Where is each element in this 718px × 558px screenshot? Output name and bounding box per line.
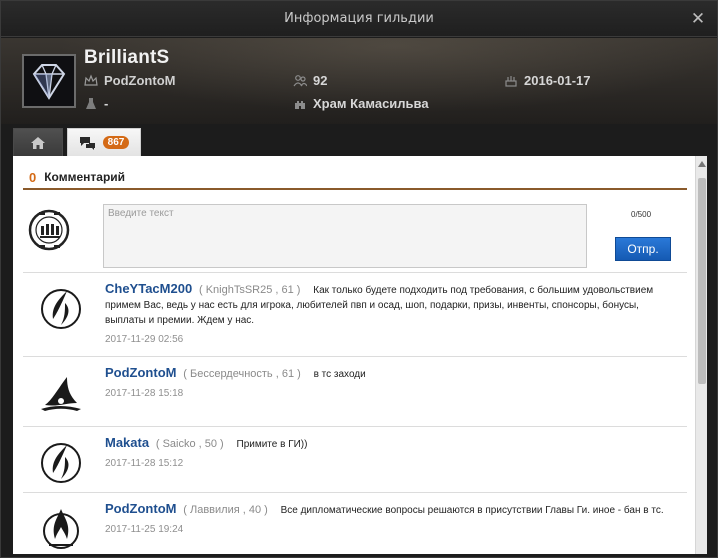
comment-body: PodZontoM ( Лаввилия , 40 ) Все дипломат… [105, 501, 681, 518]
flame-emblem-icon [43, 509, 79, 549]
comment-character: ( KnighTsSR25 , 61 ) [198, 284, 301, 296]
guild-emblem-icon [41, 289, 81, 329]
leader-name: PodZontoM [104, 73, 176, 88]
tab-home[interactable] [13, 128, 63, 156]
comment-author[interactable]: PodZontoM [105, 365, 176, 380]
comment-author[interactable]: CheYTacM200 [105, 281, 192, 296]
tab-comments[interactable]: 867 [67, 128, 141, 156]
comment-body: CheYTacM200 ( KnighTsSR25 , 61 ) Как тол… [105, 281, 681, 328]
guild-alliance: - [84, 96, 108, 111]
comments-badge: 867 [102, 136, 130, 149]
comment-author[interactable]: PodZontoM [105, 501, 176, 516]
guild-header: BrilliantS PodZontoM - 92 Храм Камасильв… [1, 38, 717, 124]
comment-item: PodZontoM ( Лаввилия , 40 ) Все дипломат… [23, 492, 687, 554]
castle-icon [295, 100, 305, 109]
comment-character: ( Лаввилия , 40 ) [183, 504, 268, 516]
char-counter: 0/500 [631, 210, 652, 219]
guild-members: 92 [293, 73, 327, 88]
comment-body: PodZontoM ( Бессердечность , 61 ) в тс з… [105, 365, 681, 382]
cake-icon [505, 75, 517, 87]
own-guild-emblem-icon [28, 209, 70, 251]
comment-body: Makata ( Saicko , 50 ) Примите в ГИ)) [105, 435, 681, 452]
chat-bubbles-icon [79, 136, 95, 150]
comments-scrollbar[interactable] [695, 156, 707, 554]
comment-text: в тс заходи [313, 369, 366, 380]
comment-date: 2017-11-29 02:56 [105, 334, 184, 345]
crown-icon [84, 73, 98, 86]
alliance-value: - [104, 96, 109, 111]
comment-character: ( Saicko , 50 ) [155, 438, 224, 450]
guild-emblem-icon [41, 443, 81, 483]
comment-date: 2017-11-25 19:24 [105, 524, 184, 535]
home-icon [31, 136, 45, 149]
guild-leader: PodZontoM [84, 73, 175, 88]
wizard-hat-emblem-icon [41, 377, 81, 411]
members-icon [293, 74, 307, 86]
scroll-thumb[interactable] [698, 178, 706, 384]
guild-founded: 2016-01-17 [504, 73, 591, 88]
comment-text: Все дипломатические вопросы решаются в п… [280, 505, 664, 516]
send-button[interactable]: Отпр. [615, 237, 671, 261]
node-name: Храм Камасильва [313, 96, 429, 111]
flask-icon [86, 97, 96, 109]
comment-item: PodZontoM ( Бессердечность , 61 ) в тс з… [23, 356, 687, 426]
comment-item: Makata ( Saicko , 50 ) Примите в ГИ)) 20… [23, 426, 687, 492]
my-comments-count: 0 [29, 169, 37, 185]
guild-info-window: Информация гильдии ✕ BrilliantS PodZonto… [0, 0, 718, 558]
comment-list: CheYTacM200 ( KnighTsSR25 , 61 ) Как тол… [23, 272, 687, 554]
comment-compose: 0/500 [13, 198, 695, 276]
founded-date: 2016-01-17 [524, 73, 591, 88]
guild-name: BrilliantS [84, 47, 170, 68]
comment-date: 2017-11-28 15:18 [105, 388, 184, 399]
comment-text: Примите в ГИ)) [236, 439, 308, 450]
comment-date: 2017-11-28 15:12 [105, 458, 184, 469]
guild-emblem [22, 54, 76, 108]
title-bar: Информация гильдии ✕ [1, 1, 717, 37]
guild-node: Храм Камасильва [293, 96, 429, 111]
comment-character: ( Бессердечность , 61 ) [183, 368, 301, 380]
close-icon[interactable]: ✕ [689, 10, 707, 28]
section-title: Комментарий [44, 170, 126, 184]
members-count: 92 [313, 73, 328, 88]
diamond-emblem-icon [24, 56, 74, 106]
comment-item: CheYTacM200 ( KnighTsSR25 , 61 ) Как тол… [23, 272, 687, 356]
comment-input[interactable] [103, 204, 587, 268]
comments-panel: 0 Комментарий 0/500 Отпр. [13, 156, 707, 554]
comment-author[interactable]: Makata [105, 435, 149, 450]
scroll-up-icon[interactable] [697, 160, 707, 168]
comments-section-header: 0 Комментарий [23, 166, 687, 190]
window-title: Информация гильдии [284, 11, 434, 26]
